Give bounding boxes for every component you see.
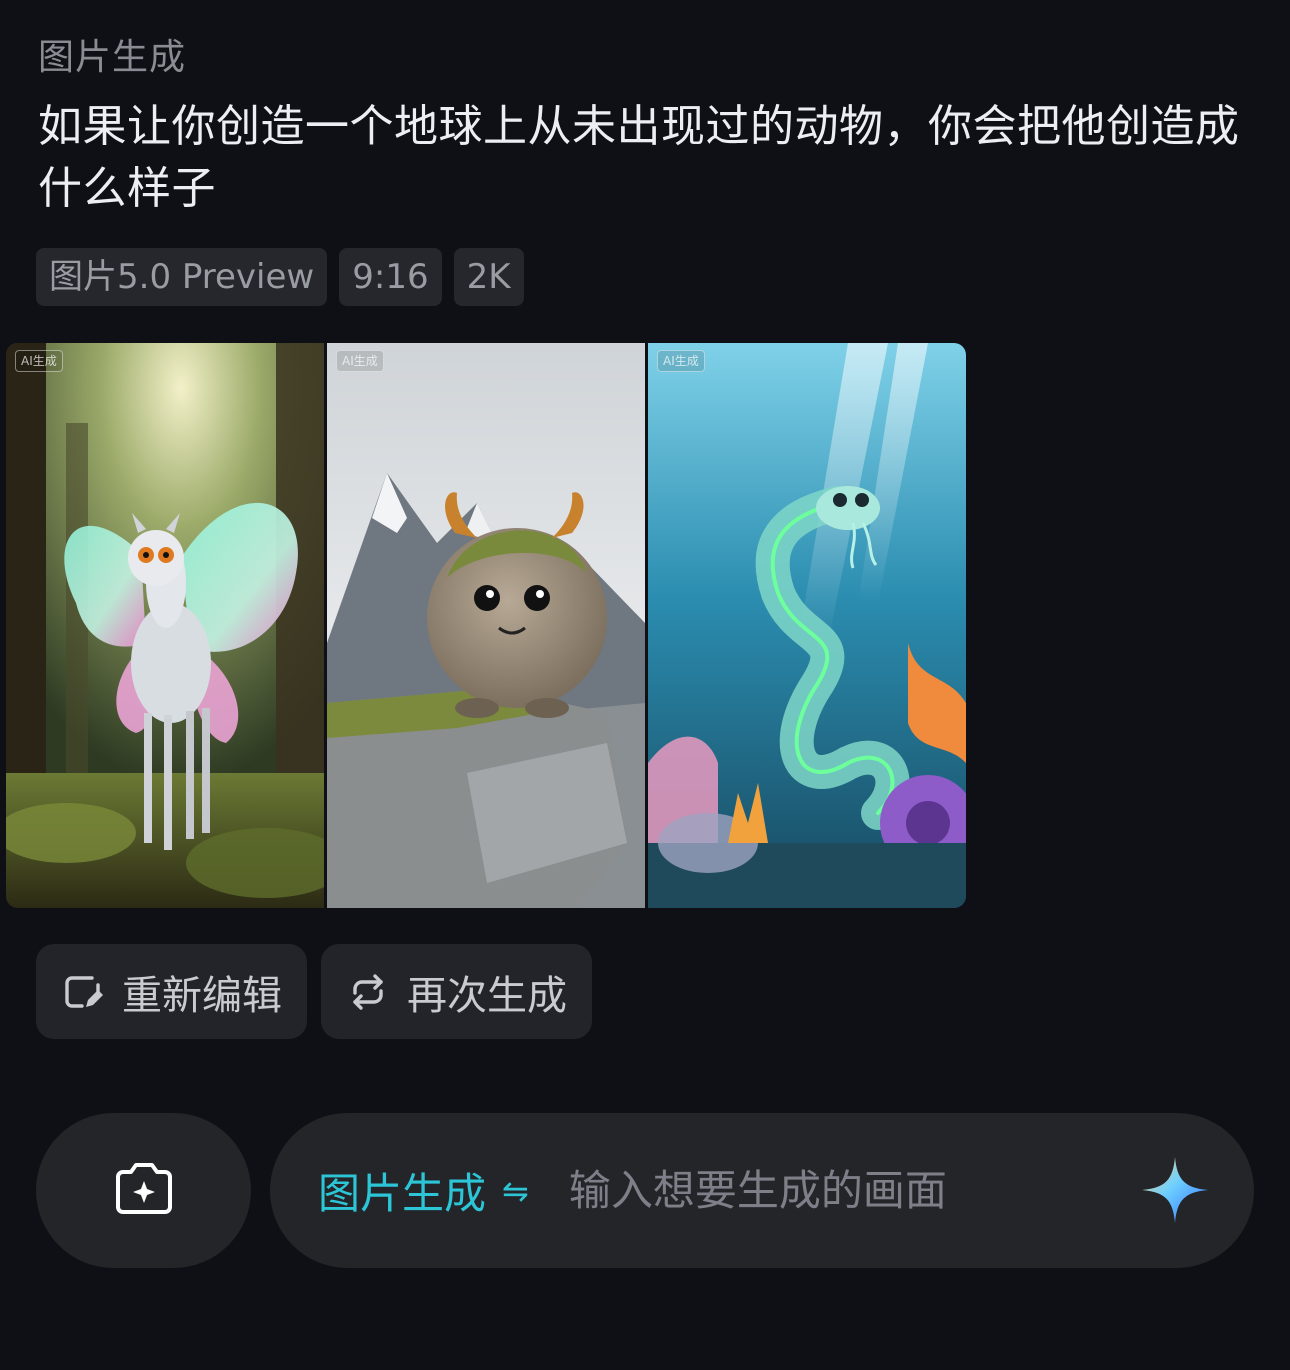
camera-upload-button[interactable] — [36, 1113, 251, 1268]
regenerate-button[interactable]: 再次生成 — [321, 944, 592, 1039]
regenerate-label: 再次生成 — [407, 972, 567, 1019]
ai-generated-badge: AI生成 — [15, 350, 63, 372]
generated-image-2[interactable]: AI生成 — [327, 343, 645, 908]
mountain-creature-image — [327, 343, 645, 908]
edit-icon — [62, 971, 104, 1013]
tag-resolution: 2K — [453, 248, 524, 306]
result-actions: 重新编辑 再次生成 — [36, 944, 592, 1039]
ai-generated-badge: AI生成 — [657, 350, 705, 372]
prompt-composer: 图片生成 ⇋ — [270, 1113, 1254, 1268]
tag-model: 图片5.0 Preview — [36, 248, 328, 306]
reedit-label: 重新编辑 — [122, 972, 282, 1019]
mode-label: 图片生成 — [318, 1169, 487, 1218]
image-gallery: AI生成 AI生成 AI生成 — [6, 343, 966, 908]
prompt-input[interactable] — [566, 1165, 1111, 1216]
tag-aspect-ratio: 9:16 — [339, 248, 442, 306]
reedit-button[interactable]: 重新编辑 — [36, 944, 307, 1039]
camera-plus-icon — [112, 1161, 176, 1221]
parameter-tags: 图片5.0 Preview 9:16 2K — [36, 248, 524, 306]
sea-serpent-image — [648, 343, 966, 908]
swap-icon: ⇋ — [502, 1171, 529, 1210]
forest-creature-image — [6, 343, 324, 908]
prompt-text: 如果让你创造一个地球上从未出现过的动物，你会把他创造成什么样子 — [38, 101, 1240, 214]
generated-image-1[interactable]: AI生成 — [6, 343, 324, 908]
refresh-icon — [347, 971, 389, 1013]
generated-image-3[interactable]: AI生成 — [648, 343, 966, 908]
section-label: 图片生成 — [38, 37, 187, 78]
generate-button[interactable] — [1140, 1155, 1210, 1225]
sparkle-send-icon — [1142, 1157, 1208, 1223]
mode-switch[interactable]: 图片生成 ⇋ — [318, 1160, 529, 1221]
ai-generated-badge: AI生成 — [336, 350, 384, 372]
